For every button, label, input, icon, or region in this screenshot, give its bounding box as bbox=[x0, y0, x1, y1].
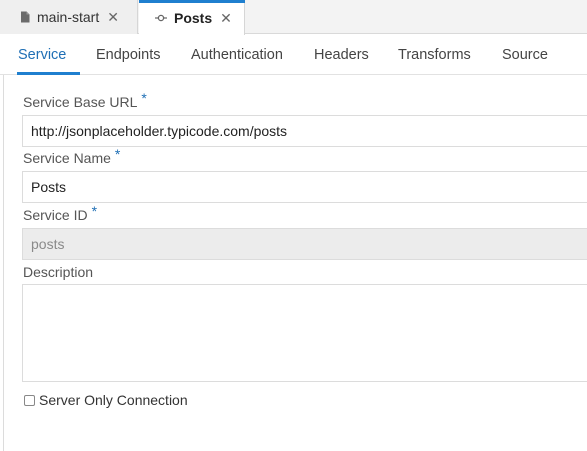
panel-border bbox=[3, 75, 4, 451]
editor-tab-label: main-start bbox=[37, 9, 100, 25]
service-id-label-text: Service ID bbox=[23, 207, 88, 223]
service-id-input bbox=[22, 228, 587, 260]
tab-headers[interactable]: Headers bbox=[314, 47, 369, 63]
server-only-label: Server Only Connection bbox=[39, 392, 188, 408]
active-tab-indicator bbox=[139, 0, 245, 3]
required-marker: * bbox=[91, 203, 98, 219]
service-name-label: Service Name * bbox=[23, 146, 120, 166]
required-marker: * bbox=[114, 146, 121, 162]
editor-tab-bar: main-start ✕ Posts ✕ bbox=[0, 0, 587, 35]
base-url-input[interactable] bbox=[22, 115, 587, 147]
tab-source[interactable]: Source bbox=[502, 47, 548, 63]
server-only-checkbox-row[interactable]: Server Only Connection bbox=[24, 392, 188, 408]
base-url-label: Service Base URL * bbox=[23, 90, 147, 110]
base-url-label-text: Service Base URL bbox=[23, 94, 138, 110]
editor-tab-label: Posts bbox=[174, 9, 213, 26]
active-subtab-indicator bbox=[17, 72, 80, 75]
editor-tab-main-start[interactable]: main-start ✕ bbox=[0, 0, 138, 34]
close-icon[interactable]: ✕ bbox=[220, 11, 232, 25]
service-icon bbox=[155, 13, 167, 23]
description-label: Description bbox=[23, 264, 94, 280]
tab-authentication[interactable]: Authentication bbox=[191, 47, 283, 63]
close-icon[interactable]: ✕ bbox=[107, 10, 119, 24]
service-id-label: Service ID * bbox=[23, 203, 97, 223]
required-marker: * bbox=[141, 90, 147, 106]
tab-service[interactable]: Service bbox=[18, 47, 66, 63]
service-subtabs: Service Endpoints Authentication Headers… bbox=[0, 35, 587, 75]
service-name-input[interactable] bbox=[22, 171, 587, 203]
server-only-checkbox[interactable] bbox=[24, 394, 35, 406]
tab-endpoints[interactable]: Endpoints bbox=[96, 47, 161, 63]
service-name-label-text: Service Name bbox=[23, 150, 111, 166]
editor-tab-posts[interactable]: Posts ✕ bbox=[139, 0, 245, 35]
tab-transforms[interactable]: Transforms bbox=[398, 47, 471, 63]
description-textarea[interactable] bbox=[22, 284, 587, 382]
file-icon bbox=[20, 11, 30, 23]
